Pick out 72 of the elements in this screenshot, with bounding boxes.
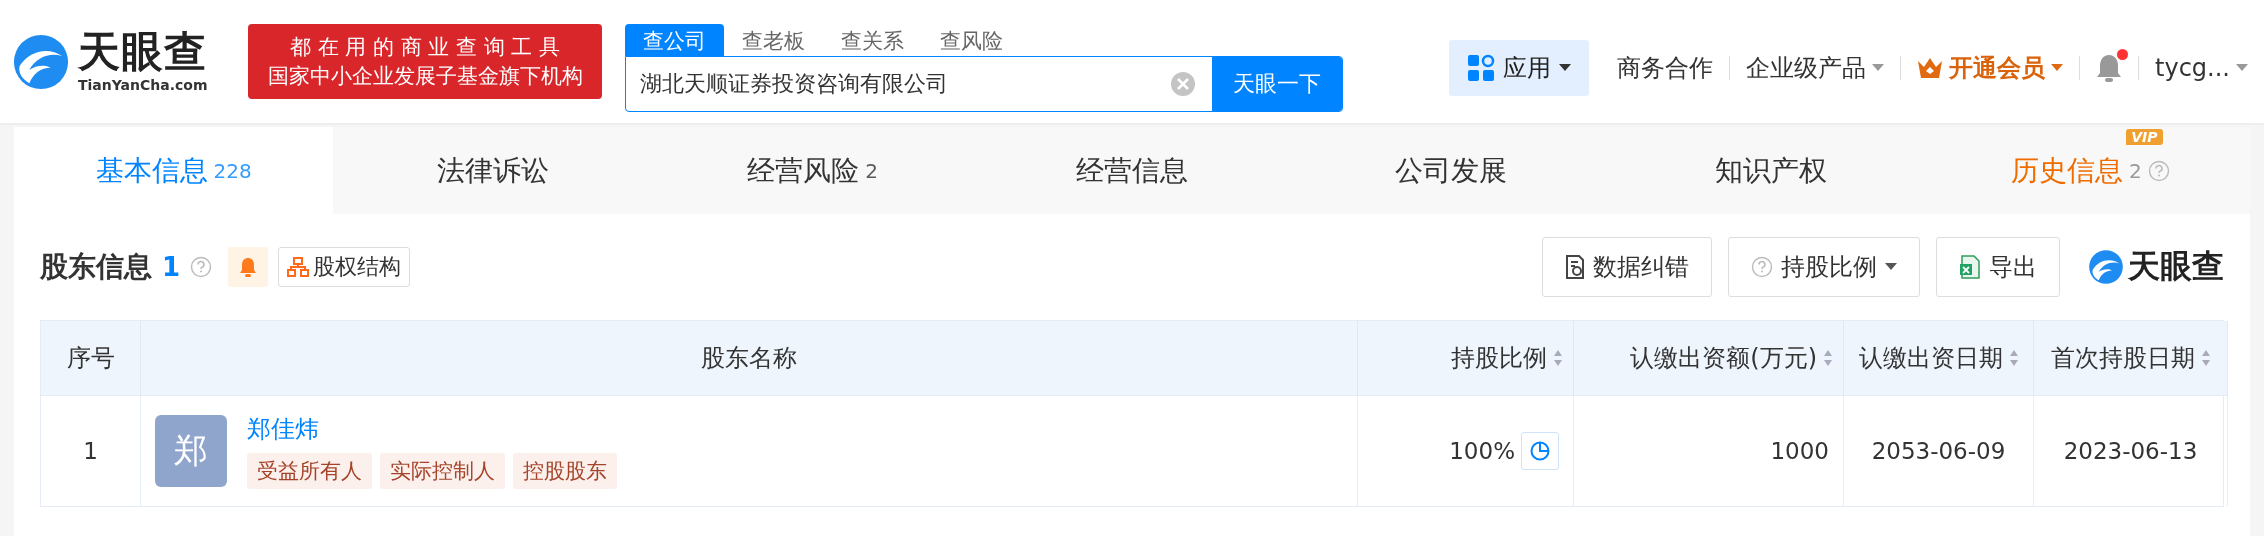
nav-dropdown[interactable]: 企业级产品 (1730, 51, 1901, 84)
tab-count: 2 (2128, 158, 2142, 183)
search-tab[interactable]: 查风险 (922, 23, 1021, 56)
sort-icon[interactable] (2200, 349, 2211, 367)
nav-link[interactable]: 商务合作 (1601, 51, 1730, 84)
column-header[interactable]: 持股比例 (1358, 321, 1574, 395)
apps-menu[interactable]: 应用 (1449, 39, 1590, 96)
search-tab[interactable]: 查老板 (724, 23, 823, 56)
column-header[interactable]: 认缴出资日期 (1844, 321, 2034, 395)
grid-icon (1467, 53, 1496, 82)
brand-name: 天眼查 (2128, 246, 2224, 287)
column-header[interactable]: 认缴出资额(万元) (1574, 321, 1844, 395)
nav-dropdown[interactable]: tycg... (2139, 53, 2264, 82)
column-header: 股东名称 (141, 321, 1358, 395)
capital-cell: 1000 (1574, 395, 1844, 506)
avatar: 郑 (155, 415, 227, 487)
logo-icon (12, 32, 70, 91)
logo-domain: TianYanCha.com (78, 76, 208, 93)
section-tab[interactable]: 法律诉讼 (333, 127, 653, 214)
role-tag: 控股股东 (513, 453, 617, 489)
role-tag: 实际控制人 (380, 453, 505, 489)
section-tab[interactable]: 经营信息 (972, 127, 1292, 214)
monitor-button[interactable] (228, 247, 269, 287)
pie-chart-icon (1529, 440, 1551, 462)
index-cell: 1 (41, 395, 141, 506)
vip-badge: VIP (2126, 129, 2163, 145)
sort-icon[interactable] (1553, 349, 1563, 367)
caret-icon (1885, 263, 1897, 271)
correction-button[interactable]: 数据纠错 (1542, 237, 1712, 297)
date-cell: 2053-06-09 (1844, 395, 2034, 506)
export-button[interactable]: 导出 (1936, 237, 2060, 297)
tab-count: 2 (865, 158, 878, 183)
spreadsheet-icon (1959, 255, 1981, 279)
shareholder-name-link[interactable]: 郑佳炜 (247, 413, 617, 445)
search-tab[interactable]: 查关系 (823, 23, 922, 56)
search-button[interactable]: 天眼一下 (1212, 56, 1342, 111)
logo-name: 天眼查 (78, 30, 208, 73)
ratio-dropdown[interactable]: 持股比例 (1728, 237, 1920, 297)
section-tab[interactable]: 基本信息 228 (14, 127, 334, 214)
tab-count: 228 (213, 158, 252, 183)
caret-icon (1559, 63, 1572, 72)
search-field[interactable]: 湖北天顺证券投资咨询有限公司 天眼一下 (625, 55, 1343, 112)
org-chart-icon (287, 257, 310, 277)
help-icon[interactable] (2147, 159, 2170, 182)
pie-chart-button[interactable] (1521, 432, 1559, 470)
help-icon[interactable] (1751, 256, 1773, 278)
caret-icon (1872, 63, 1885, 72)
bell-icon (239, 257, 258, 277)
document-icon (1565, 255, 1585, 279)
section-tab[interactable]: 知识产权 (1611, 127, 1931, 214)
column-header: 序号 (41, 321, 141, 395)
caret-icon (2051, 63, 2064, 72)
section-count: 1 (162, 252, 181, 282)
date-cell: 2023-06-13 (2034, 395, 2228, 506)
crown-icon (1917, 56, 1944, 79)
bell-icon[interactable] (2096, 52, 2123, 83)
logo-icon (2088, 249, 2124, 285)
promo-banner[interactable]: 都 在 用 的 商 业 查 询 工 具 国家中小企业发展子基金旗下机构 (248, 24, 602, 99)
caret-icon (2236, 63, 2248, 72)
section-tab[interactable]: 公司发展 (1291, 127, 1612, 214)
sort-icon[interactable] (1823, 349, 1833, 367)
role-tag: 受益所有人 (247, 453, 372, 489)
section-title: 股东信息 (40, 249, 152, 285)
vip-link[interactable]: 开通会员 (1901, 51, 2080, 84)
sort-icon[interactable] (2008, 349, 2019, 367)
help-icon[interactable] (190, 256, 213, 278)
column-header[interactable]: 首次持股日期 (2034, 321, 2228, 395)
clear-icon[interactable] (1170, 70, 1196, 97)
section-tab[interactable]: 经营风险 2 (652, 127, 973, 214)
equity-structure-button[interactable]: 股权结构 (278, 247, 411, 287)
search-tab[interactable]: 查公司 (625, 23, 724, 56)
ratio-cell: 100% (1449, 438, 1515, 464)
